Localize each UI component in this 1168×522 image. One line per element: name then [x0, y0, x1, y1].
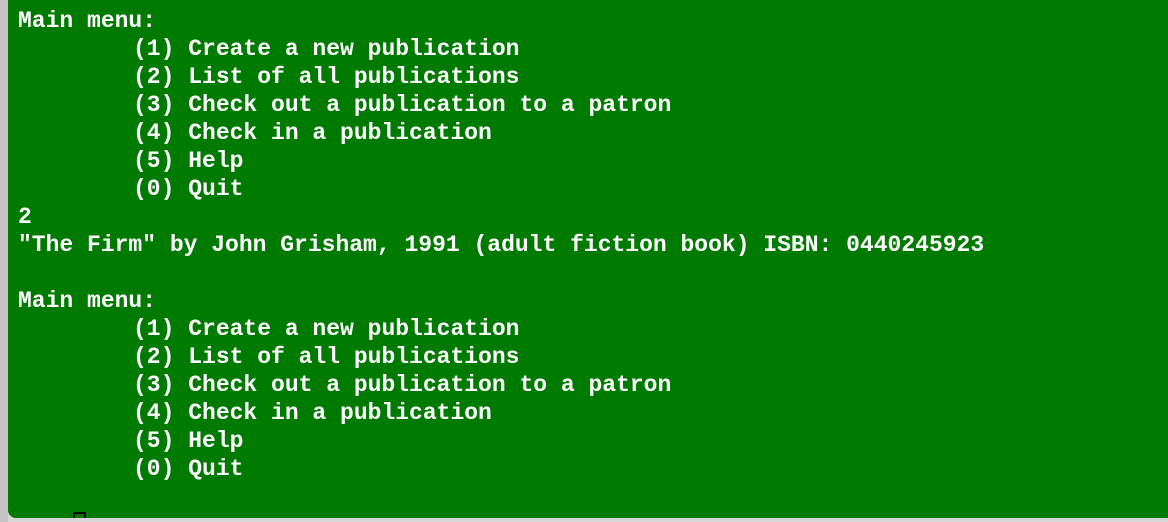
menu-option-help: (5) Help — [133, 148, 244, 174]
menu-option-quit: (0) Quit — [133, 176, 244, 202]
block-cursor-icon[interactable] — [73, 512, 87, 518]
prompt-line[interactable] — [18, 483, 1168, 518]
window-frame-edge — [0, 0, 8, 522]
menu-option-help: (5) Help — [133, 428, 244, 454]
publication-output-line: "The Firm" by John Grisham, 1991 (adult … — [18, 232, 985, 258]
menu-option-checkin: (4) Check in a publication — [133, 120, 492, 146]
user-input-line: 2 — [18, 204, 32, 230]
menu-option-checkout: (3) Check out a publication to a patron — [133, 92, 672, 118]
menu-option-checkin: (4) Check in a publication — [133, 400, 492, 426]
menu-option-quit: (0) Quit — [133, 456, 244, 482]
menu-option-create: (1) Create a new publication — [133, 316, 520, 342]
menu-option-checkout: (3) Check out a publication to a patron — [133, 372, 672, 398]
menu-option-list: (2) List of all publications — [133, 64, 520, 90]
menu-title: Main menu: — [18, 8, 157, 34]
menu-option-list: (2) List of all publications — [133, 344, 520, 370]
menu-option-create: (1) Create a new publication — [133, 36, 520, 62]
menu-title: Main menu: — [18, 288, 157, 314]
terminal-window[interactable]: Main menu: (1) Create a new publication … — [8, 0, 1168, 518]
